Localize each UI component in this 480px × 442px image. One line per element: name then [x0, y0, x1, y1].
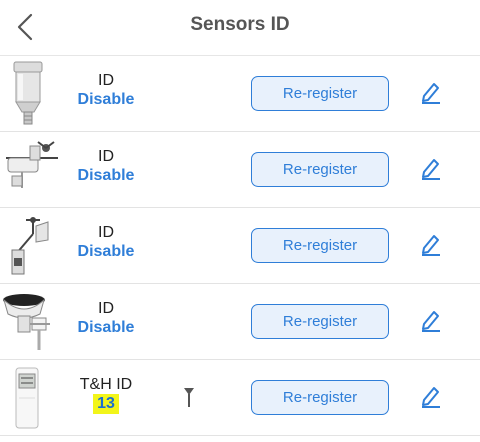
sensor-id-block: ID Disable	[66, 223, 146, 262]
antenna-icon	[184, 388, 194, 407]
re-register-button[interactable]: Re-register	[251, 304, 389, 339]
wind-sensor-array-image	[11, 217, 49, 275]
edit-icon[interactable]	[420, 80, 442, 104]
rain-collector-sensor-image	[3, 294, 50, 350]
edit-icon[interactable]	[420, 232, 442, 256]
sensor-id-value: 13	[93, 394, 119, 414]
sensor-id-value: Disable	[77, 167, 135, 184]
page-title: Sensors ID	[190, 14, 290, 35]
sensor-id-label: T&H ID	[79, 376, 133, 393]
sensor-row: T&H ID 13 Re-register	[0, 360, 480, 436]
re-register-button[interactable]: Re-register	[251, 76, 389, 111]
sensor-id-block: ID Disable	[66, 299, 146, 338]
rain-gauge-sensor-image	[13, 61, 43, 125]
sensor-id-label: ID	[98, 148, 114, 165]
re-register-button[interactable]: Re-register	[251, 152, 389, 187]
edit-icon[interactable]	[420, 384, 442, 408]
5-in-1-weather-station-sensor-image	[6, 141, 58, 188]
sensor-id-value: Disable	[77, 91, 135, 108]
thermo-hygro-sensor-image	[15, 367, 39, 429]
edit-icon[interactable]	[420, 156, 442, 180]
sensor-row: ID Disable Re-register	[0, 208, 480, 284]
re-register-button[interactable]: Re-register	[251, 228, 389, 263]
sensor-id-value: Disable	[77, 243, 135, 260]
sensor-row: ID Disable Re-register	[0, 284, 480, 360]
re-register-button[interactable]: Re-register	[251, 380, 389, 415]
edit-icon[interactable]	[420, 308, 442, 332]
sensor-id-block: ID Disable	[66, 147, 146, 186]
sensor-id-label: ID	[98, 72, 114, 89]
header-bar: Sensors ID	[0, 0, 480, 56]
sensor-id-value: Disable	[77, 319, 135, 336]
sensor-id-block: T&H ID 13	[66, 375, 146, 414]
sensor-id-block: ID Disable	[66, 71, 146, 110]
sensor-id-label: ID	[98, 224, 114, 241]
sensor-row: ID Disable Re-register	[0, 56, 480, 132]
sensor-id-label: ID	[98, 300, 114, 317]
sensor-row: ID Disable Re-register	[0, 132, 480, 208]
